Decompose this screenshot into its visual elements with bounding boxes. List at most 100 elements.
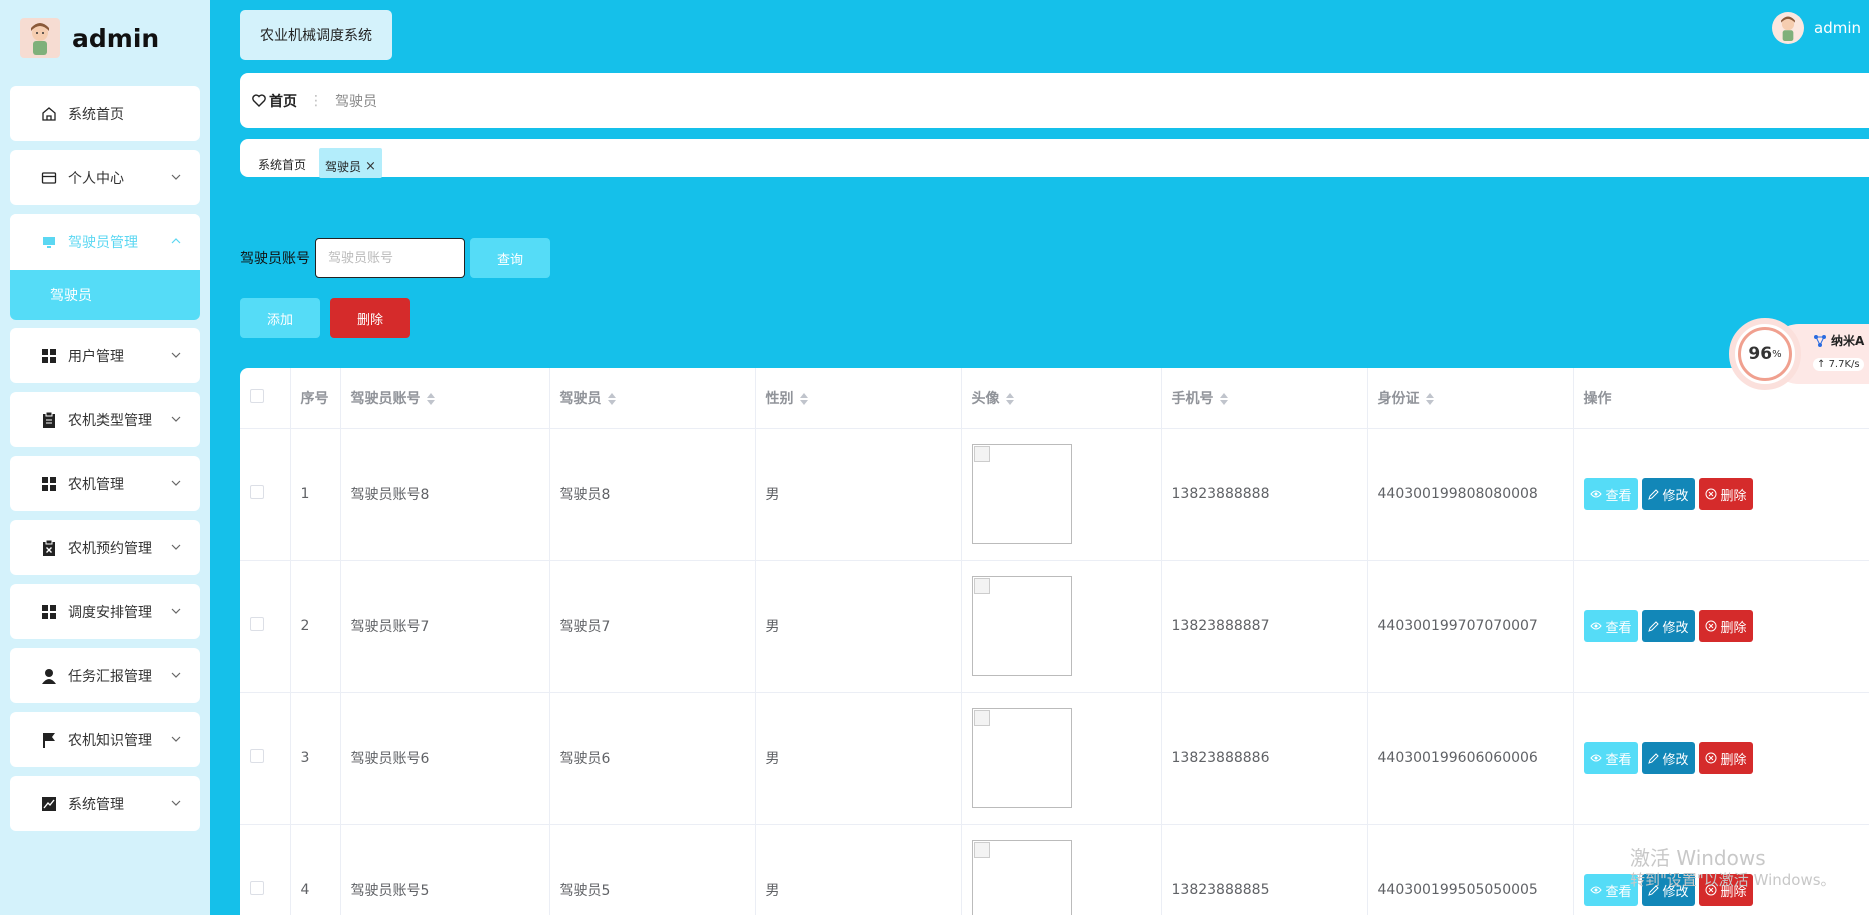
sidebar-item-home[interactable]: 系统首页	[10, 86, 200, 141]
sort-icon[interactable]	[799, 392, 808, 405]
view-button[interactable]: 查看	[1583, 478, 1638, 510]
sidebar-item-label: 任务汇报管理	[68, 668, 152, 685]
sidebar-subitem-driver[interactable]: 驾驶员	[10, 270, 200, 320]
tag-label: 驾驶员	[325, 159, 362, 174]
brand: admin	[20, 18, 159, 58]
query-button[interactable]: 查询	[470, 238, 550, 278]
user-menu[interactable]: admin	[1772, 12, 1861, 44]
col-phone[interactable]: 手机号	[1161, 368, 1368, 429]
tag-home[interactable]: 系统首页	[252, 153, 312, 175]
cell-gender: 男	[755, 692, 962, 825]
flag-icon	[40, 731, 58, 749]
home-icon	[40, 105, 58, 123]
chevron-down-icon	[171, 672, 181, 678]
add-button[interactable]: 添加	[240, 298, 320, 338]
widget-name-label: 纳米A	[1831, 334, 1865, 348]
cell-index: 4	[290, 824, 341, 915]
tag-driver[interactable]: 驾驶员 ×	[319, 148, 382, 178]
breadcrumb: 首页 ⋮ 驾驶员	[240, 73, 1869, 128]
row-checkbox[interactable]	[250, 749, 264, 763]
cell-idcard: 440300199606060006	[1367, 692, 1574, 825]
widget-speed: ↑ 7.7K/s	[1813, 358, 1864, 371]
col-phone-label: 手机号	[1171, 390, 1214, 407]
broken-image-icon	[973, 446, 990, 462]
sidebar-item-user-mgmt[interactable]: 用户管理	[10, 328, 200, 383]
delete-button[interactable]: 删除	[1698, 610, 1753, 642]
sidebar-item-label: 个人中心	[68, 170, 124, 187]
sort-icon[interactable]	[1425, 392, 1434, 405]
row-select-cell	[240, 428, 291, 561]
close-icon[interactable]: ×	[365, 159, 376, 174]
search-input[interactable]	[315, 238, 465, 278]
sidebar-item-personal[interactable]: 个人中心	[10, 150, 200, 205]
row-checkbox[interactable]	[250, 617, 264, 631]
sidebar-item-machine-mgmt[interactable]: 农机管理	[10, 456, 200, 511]
sidebar-subitem-label: 驾驶员	[50, 288, 92, 304]
edit-button[interactable]: 修改	[1641, 742, 1695, 774]
row-checkbox[interactable]	[250, 881, 264, 895]
cell-ops: 查看 修改 删除	[1573, 560, 1869, 693]
breadcrumb-home[interactable]: 首页	[252, 91, 297, 111]
cell-name: 驾驶员8	[549, 428, 756, 561]
tags-bar: 系统首页 驾驶员 ×	[240, 139, 1869, 178]
sidebar-item-booking-mgmt[interactable]: 农机预约管理	[10, 520, 200, 575]
sidebar-item-system-mgmt[interactable]: 系统管理	[10, 776, 200, 831]
eye-icon	[1589, 754, 1602, 762]
cell-phone: 13823888887	[1161, 560, 1368, 693]
batch-delete-button[interactable]: 删除	[330, 298, 410, 338]
col-name[interactable]: 驾驶员	[549, 368, 756, 429]
chevron-down-icon	[171, 416, 181, 422]
select-all-checkbox[interactable]	[250, 388, 264, 403]
view-button[interactable]: 查看	[1583, 742, 1638, 774]
wallet-icon	[40, 169, 58, 187]
heart-icon	[252, 94, 266, 107]
delete-button[interactable]: 删除	[1698, 742, 1753, 774]
sort-icon[interactable]	[607, 392, 616, 405]
username: admin	[1814, 19, 1861, 37]
sidebar-item-dispatch-mgmt[interactable]: 调度安排管理	[10, 584, 200, 639]
sidebar-item-machine-type-mgmt[interactable]: 农机类型管理	[10, 392, 200, 447]
circle-x-icon	[1705, 488, 1717, 500]
edit-button[interactable]: 修改	[1641, 478, 1695, 510]
col-index-label: 序号	[300, 390, 329, 407]
delete-button[interactable]: 删除	[1698, 478, 1753, 510]
network-widget[interactable]: 96% 纳米A ↑ 7.7K/s	[1729, 318, 1869, 390]
monitor-icon	[40, 233, 58, 251]
cell-account: 驾驶员账号6	[340, 692, 550, 825]
edit-button[interactable]: 修改	[1641, 610, 1695, 642]
sidebar-item-driver-mgmt[interactable]: 驾驶员管理	[10, 214, 200, 269]
sort-icon[interactable]	[1005, 392, 1014, 405]
brand-avatar	[20, 18, 60, 58]
cell-index: 3	[290, 692, 341, 825]
cell-avatar	[961, 692, 1162, 825]
view-button[interactable]: 查看	[1583, 610, 1638, 642]
cell-ops: 查看 修改 删除	[1573, 428, 1869, 561]
widget-percent-value: 96	[1748, 344, 1773, 364]
grid-icon	[40, 603, 58, 621]
cell-avatar	[961, 560, 1162, 693]
col-avatar[interactable]: 头像	[961, 368, 1162, 429]
view-label: 查看	[1605, 884, 1632, 900]
driver-table: 序号 驾驶员账号 驾驶员 性别 头像 手机号 身份证 操作 1 驾驶员账号8 驾…	[240, 368, 1869, 915]
col-account[interactable]: 驾驶员账号	[340, 368, 550, 429]
sidebar-item-report-mgmt[interactable]: 任务汇报管理	[10, 648, 200, 703]
clipboard-icon	[40, 411, 58, 429]
col-idcard[interactable]: 身份证	[1367, 368, 1574, 429]
sidebar-item-label: 农机管理	[68, 476, 124, 493]
cell-gender: 男	[755, 560, 962, 693]
sort-icon[interactable]	[426, 392, 435, 405]
grid-icon	[40, 347, 58, 365]
avatar-image	[971, 576, 1072, 676]
sidebar-item-label: 系统首页	[68, 106, 124, 123]
row-checkbox[interactable]	[250, 485, 264, 499]
chevron-down-icon	[171, 608, 181, 614]
cell-account: 驾驶员账号8	[340, 428, 550, 561]
select-all-cell	[240, 368, 291, 429]
view-label: 查看	[1605, 620, 1632, 636]
sort-icon[interactable]	[1219, 392, 1228, 405]
sidebar-item-knowledge-mgmt[interactable]: 农机知识管理	[10, 712, 200, 767]
chevron-down-icon	[171, 480, 181, 486]
col-gender[interactable]: 性别	[755, 368, 962, 429]
broken-image-icon	[973, 710, 990, 726]
delete-label: 删除	[1720, 488, 1747, 504]
